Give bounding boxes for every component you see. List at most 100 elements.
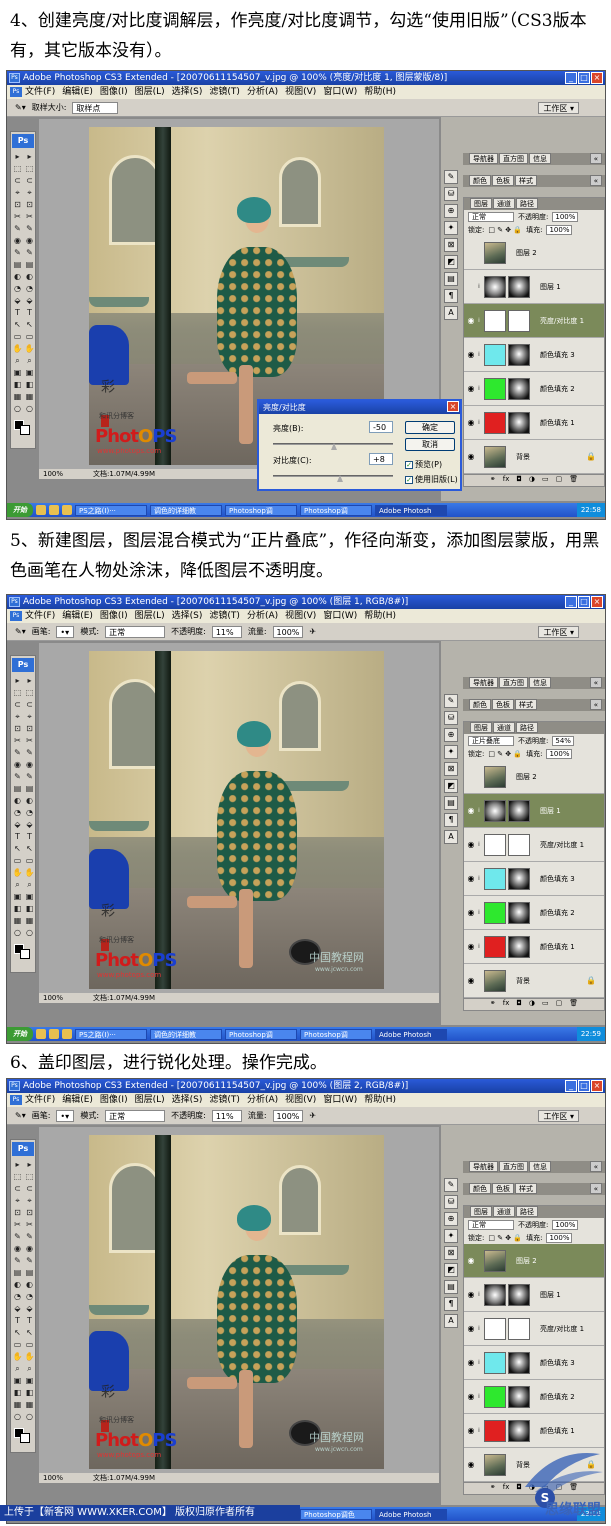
tool-icon[interactable]: ▭ <box>24 855 35 866</box>
maximize-icon[interactable]: □ <box>578 596 590 608</box>
cancel-button[interactable]: 取消 <box>405 438 455 451</box>
layer-row[interactable]: ◉ 图层 2 <box>464 1244 604 1278</box>
panel-tab[interactable]: 色板 <box>492 699 514 710</box>
dock-panel-icon[interactable]: ✎ <box>444 694 458 708</box>
background-color-swatch[interactable] <box>20 425 30 435</box>
tool-icon[interactable]: ✎ <box>24 1231 35 1242</box>
layer-row[interactable]: 图层 2 <box>464 236 604 270</box>
layer-name[interactable]: 背景 <box>516 452 530 462</box>
tool-icon[interactable]: ▣ <box>24 891 35 902</box>
tool-icon[interactable]: ▦ <box>24 391 35 402</box>
new-layer-icon[interactable]: ▢ <box>556 475 563 486</box>
menu-item[interactable]: 分析(A) <box>247 1093 278 1107</box>
flow-field[interactable]: 100% <box>272 1109 304 1122</box>
tool-icon[interactable]: ◐ <box>12 271 23 282</box>
layer-row[interactable]: ◉ ⁞ 图层 1 <box>464 794 604 828</box>
tool-icon[interactable]: ◉ <box>12 759 23 770</box>
tool-icon[interactable]: ⬚ <box>12 687 23 698</box>
panel-collapse-icon[interactable]: « <box>589 175 602 186</box>
tool-icon[interactable]: ◔ <box>12 807 23 818</box>
maximize-icon[interactable]: □ <box>578 72 590 84</box>
fx-icon[interactable]: fx <box>503 475 510 486</box>
tool-preset-icon[interactable]: ✎▾ <box>15 103 26 112</box>
menu-item[interactable]: 选择(S) <box>172 85 203 99</box>
dock-panel-icon[interactable]: ¶ <box>444 813 458 827</box>
contrast-input[interactable]: +8 <box>369 453 393 465</box>
layer-thumbnail[interactable] <box>484 411 506 434</box>
panel-tab[interactable]: 信息 <box>529 1161 551 1172</box>
layer-thumbnail[interactable] <box>484 275 506 298</box>
layer-mask-thumbnail[interactable] <box>508 901 530 924</box>
tool-icon[interactable]: ⬙ <box>12 819 23 830</box>
tool-icon[interactable]: T <box>24 831 35 842</box>
tool-icon[interactable]: ⬙ <box>24 819 35 830</box>
tool-icon[interactable]: ⌖ <box>12 187 23 198</box>
tool-icon[interactable]: ▸ <box>12 675 23 686</box>
start-button[interactable]: 开始 <box>7 503 33 517</box>
dock-panel-icon[interactable]: ⛁ <box>444 711 458 725</box>
dock-panel-icon[interactable]: ✎ <box>444 1178 458 1192</box>
tool-icon[interactable]: ✎ <box>24 771 35 782</box>
tool-icon[interactable]: ◉ <box>24 1243 35 1254</box>
panel-tab[interactable]: 导航器 <box>469 153 498 164</box>
tool-icon[interactable]: T <box>12 831 23 842</box>
layer-mask-thumbnail[interactable] <box>508 377 530 400</box>
layer-mask-thumbnail[interactable] <box>508 309 530 332</box>
menu-item[interactable]: 滤镜(T) <box>209 609 240 623</box>
tool-icon[interactable]: ◉ <box>12 235 23 246</box>
eye-icon[interactable]: ◉ <box>464 1392 478 1401</box>
dock-panel-icon[interactable]: ✎ <box>444 170 458 184</box>
layers-tab[interactable]: 通道 <box>493 1206 515 1217</box>
layer-mask-thumbnail[interactable] <box>508 867 530 890</box>
window-titlebar[interactable]: Ps Adobe Photoshop CS3 Extended - [20070… <box>7 595 605 609</box>
tool-icon[interactable]: ↖ <box>24 843 35 854</box>
menu-item[interactable]: 滤镜(T) <box>209 1093 240 1107</box>
opacity-field[interactable]: 11% <box>211 1109 242 1122</box>
tool-icon[interactable]: ⌕ <box>24 879 35 890</box>
dock-panel-icon[interactable]: A <box>444 306 458 320</box>
tool-icon[interactable]: ✂ <box>12 735 23 746</box>
eye-icon[interactable]: ◉ <box>464 874 478 883</box>
window-titlebar[interactable]: Ps Adobe Photoshop CS3 Extended - [20070… <box>7 71 605 85</box>
link-layers-icon[interactable]: ⚭ <box>490 1483 496 1494</box>
contrast-slider[interactable] <box>273 475 393 477</box>
tool-icon[interactable]: ▣ <box>12 891 23 902</box>
tool-icon[interactable]: ✎ <box>12 1231 23 1242</box>
tool-icon[interactable]: ◧ <box>12 903 23 914</box>
tool-icon[interactable]: ▦ <box>12 391 23 402</box>
tool-icon[interactable]: ○ <box>12 1411 23 1422</box>
eye-icon[interactable]: ◉ <box>464 976 478 985</box>
tool-icon[interactable]: ◧ <box>24 1387 35 1398</box>
layer-mask-thumbnail[interactable] <box>508 799 530 822</box>
layer-thumbnail[interactable] <box>484 1283 506 1306</box>
layer-name[interactable]: 颜色填充 2 <box>540 384 575 394</box>
tool-icon[interactable]: ▭ <box>24 331 35 342</box>
layer-mask-thumbnail[interactable] <box>508 1317 530 1340</box>
preview-checkbox[interactable]: ✓ 预览(P) <box>405 459 442 470</box>
blend-mode-select[interactable]: 正常 <box>468 1219 514 1230</box>
layer-name[interactable]: 图层 1 <box>540 1290 561 1300</box>
layer-row[interactable]: ⁞ 图层 1 <box>464 270 604 304</box>
tool-preset-icon[interactable]: ✎▾ <box>15 627 26 636</box>
tool-icon[interactable]: ◔ <box>24 283 35 294</box>
menu-item[interactable]: 图层(L) <box>135 85 165 99</box>
minimize-icon[interactable]: _ <box>565 72 577 84</box>
tool-icon[interactable]: ⊡ <box>24 199 35 210</box>
tool-icon[interactable]: ◧ <box>24 379 35 390</box>
tool-icon[interactable]: ✎ <box>12 1255 23 1266</box>
tool-icon[interactable]: ○ <box>12 403 23 414</box>
airbrush-icon[interactable]: ✈ <box>309 1111 316 1120</box>
eye-icon[interactable]: ◉ <box>464 316 478 325</box>
tool-icon[interactable]: ✎ <box>24 223 35 234</box>
layer-thumbnail[interactable] <box>484 445 506 468</box>
tool-icon[interactable]: ✂ <box>12 211 23 222</box>
layer-mask-thumbnail[interactable] <box>508 275 530 298</box>
menu-item[interactable]: 分析(A) <box>247 85 278 99</box>
eye-icon[interactable]: ◉ <box>464 840 478 849</box>
layer-thumbnail[interactable] <box>484 1351 506 1374</box>
tool-icon[interactable]: ▦ <box>24 1399 35 1410</box>
layer-name[interactable]: 图层 2 <box>516 248 537 258</box>
tool-icon[interactable]: ⊂ <box>24 175 35 186</box>
fx-icon[interactable]: fx <box>503 999 510 1010</box>
layer-row[interactable]: ◉ ⁞ 颜色填充 2 <box>464 1380 604 1414</box>
